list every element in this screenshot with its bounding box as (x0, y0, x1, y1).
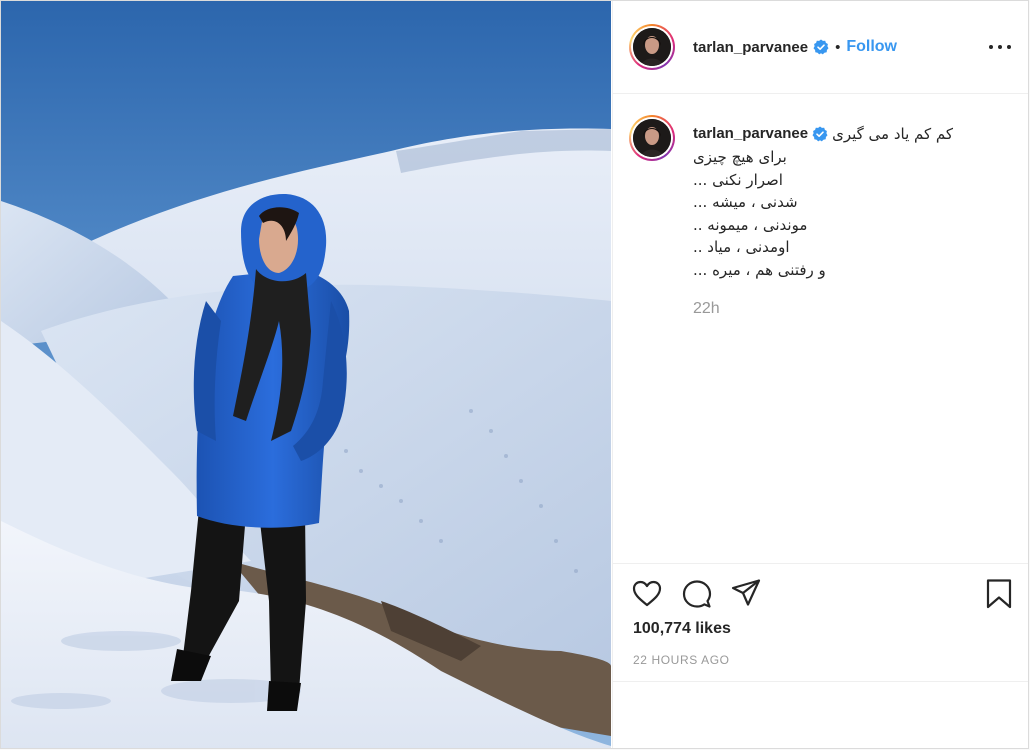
comments-section: tarlan_parvanee کم کم یاد می گیری برای ه… (613, 94, 1028, 562)
caption: tarlan_parvanee کم کم یاد می گیری برای ه… (693, 122, 1009, 321)
caption-line: شدنی ، میشه ... (693, 193, 798, 211)
likes-count[interactable]: 100,774 likes (633, 620, 731, 638)
verified-badge-icon (813, 39, 829, 55)
post-time[interactable]: 22 HOURS AGO (633, 653, 730, 667)
separator-dot: • (835, 38, 841, 56)
post-card: tarlan_parvanee • Follow tarlan_parvanee… (0, 0, 1029, 749)
author-username[interactable]: tarlan_parvanee (693, 39, 808, 56)
post-header: tarlan_parvanee • Follow (613, 1, 1028, 94)
caption-line: اصرار نکنی ... (693, 170, 783, 189)
comment-bubble-icon[interactable] (681, 578, 713, 615)
caption-line: برای هیچ چیزی (693, 148, 787, 166)
caption-author-avatar[interactable] (629, 115, 675, 161)
follow-button[interactable]: Follow (846, 38, 897, 56)
caption-line: و رفتنی هم ، میره ... (693, 260, 826, 279)
caption-line: موندنی ، میمونه .. (693, 215, 808, 234)
author-avatar[interactable] (629, 24, 675, 70)
caption-username[interactable]: tarlan_parvanee (693, 122, 808, 146)
post-photo[interactable] (1, 1, 611, 748)
verified-badge-icon (812, 126, 828, 142)
post-side-panel: tarlan_parvanee • Follow tarlan_parvanee… (612, 1, 1028, 748)
actions-bar: 100,774 likes 22 HOURS AGO (613, 563, 1028, 682)
caption-line: کم کم یاد می گیری (832, 124, 954, 143)
caption-timestamp[interactable]: 22h (693, 297, 1009, 321)
paper-plane-icon[interactable] (730, 577, 762, 614)
heart-icon[interactable] (631, 578, 663, 615)
more-options-icon[interactable] (989, 37, 1011, 57)
caption-line: اومدنی ، میاد .. (693, 238, 790, 256)
bookmark-icon[interactable] (985, 578, 1013, 615)
comment-area (613, 681, 1028, 748)
